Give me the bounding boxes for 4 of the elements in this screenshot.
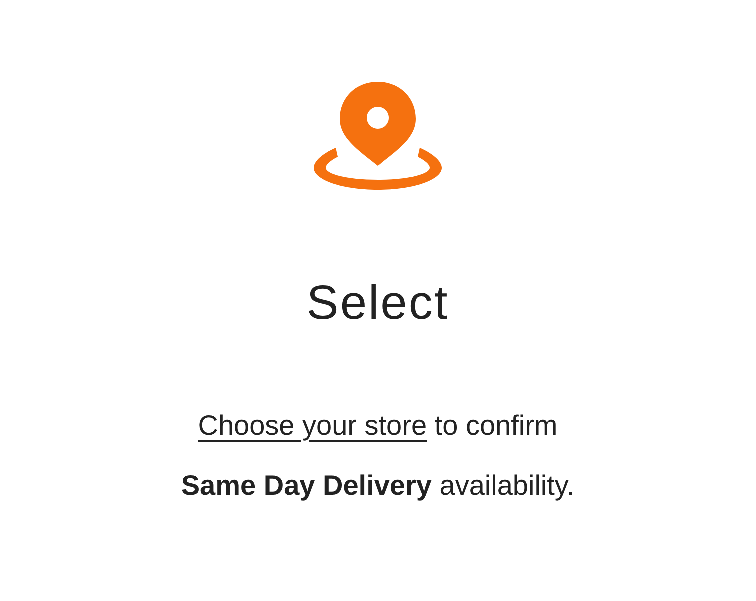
title: Select (306, 276, 450, 332)
choose-store-link[interactable]: Choose your store (198, 410, 428, 441)
store-message: Choose your store to confirm Same Day Delivery availability. (181, 409, 575, 503)
location-pin-icon (314, 82, 442, 190)
